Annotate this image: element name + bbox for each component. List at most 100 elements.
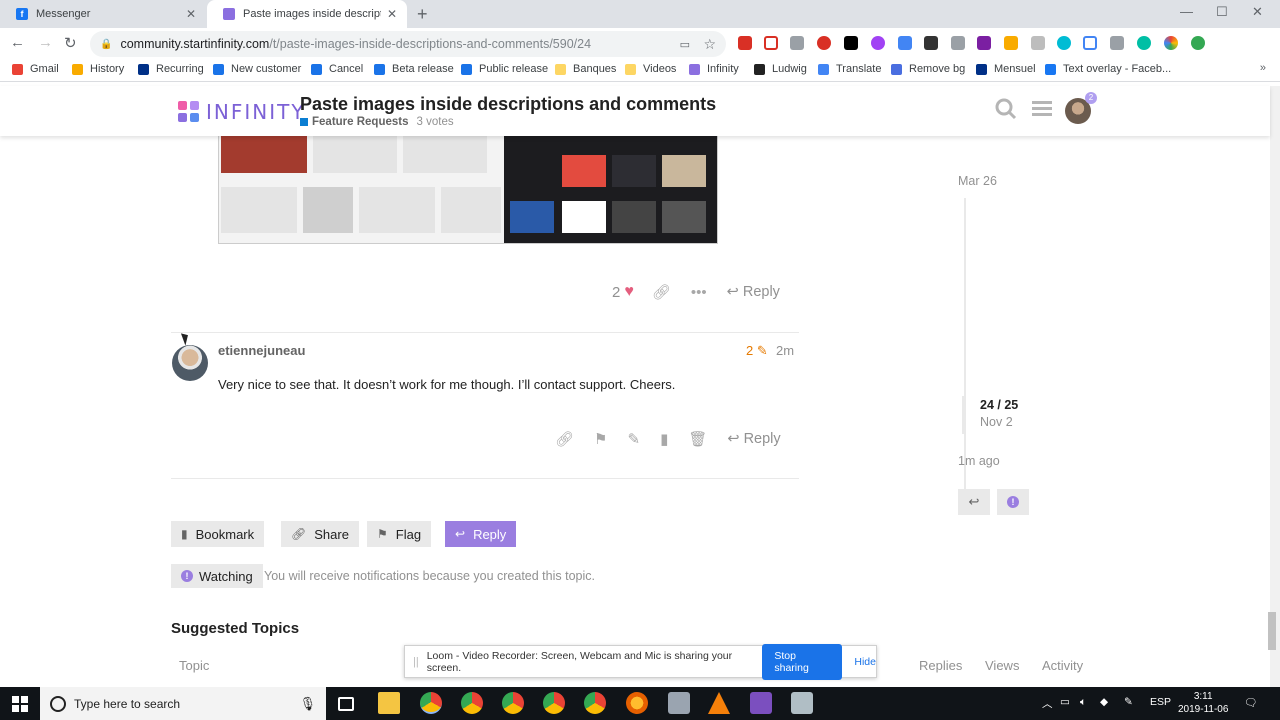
column-topic[interactable]: Topic	[179, 658, 209, 673]
tab-paste-images[interactable]: Paste images inside descriptions ✕	[207, 0, 407, 28]
bookmark-remove-bg[interactable]: Remove bg	[891, 63, 965, 75]
post-username[interactable]: etiennejuneau	[218, 343, 305, 358]
new-tab-icon[interactable]: +	[417, 4, 428, 25]
chrome-icon[interactable]	[420, 692, 442, 714]
timeline-end-date[interactable]: 1m ago	[958, 454, 1000, 468]
more-icon[interactable]: •••	[691, 284, 707, 301]
extension-icon[interactable]	[1057, 36, 1071, 50]
post-time[interactable]: 2m	[776, 343, 794, 358]
timeline-track[interactable]	[964, 198, 966, 496]
extension-icon[interactable]	[924, 36, 938, 50]
app-icon[interactable]	[791, 692, 813, 714]
app-icon[interactable]	[668, 692, 690, 714]
extension-icon[interactable]	[977, 36, 991, 50]
windows-start-icon[interactable]	[12, 696, 28, 715]
flag-button[interactable]: ⚑ Flag	[367, 521, 432, 547]
timeline-reply-button[interactable]: ↩	[958, 489, 990, 515]
bookmark-ludwig[interactable]: Ludwig	[754, 63, 807, 75]
hide-button[interactable]: Hide	[854, 656, 876, 668]
address-bar[interactable]: 🔒 community.startinfinity.com/t/paste-im…	[90, 31, 726, 57]
back-icon[interactable]: ←	[10, 34, 25, 51]
extension-icon[interactable]	[1031, 36, 1045, 50]
tab-messenger[interactable]: f Messenger ✕	[0, 0, 206, 28]
visual-studio-icon[interactable]	[750, 692, 772, 714]
reply-button[interactable]: ↩ Reply	[727, 284, 780, 300]
hamburger-menu-icon[interactable]	[1032, 98, 1052, 124]
page-title[interactable]: Paste images inside descriptions and com…	[300, 94, 716, 115]
adblock-icon[interactable]	[817, 36, 831, 50]
column-activity[interactable]: Activity	[1042, 658, 1083, 673]
extension-icon[interactable]	[738, 36, 752, 50]
bookmark-beta-release[interactable]: Beta release	[374, 63, 454, 75]
flag-icon[interactable]: ⚑	[594, 430, 607, 448]
notifications-button[interactable]: ! Watching	[171, 564, 263, 588]
timeline-notifications-button[interactable]: !	[997, 489, 1029, 515]
delete-icon[interactable]: 🗑︎	[688, 430, 707, 448]
post-avatar[interactable]	[172, 345, 208, 381]
dropbox-icon[interactable]: ◆	[1100, 696, 1108, 708]
bookmark-mensuel[interactable]: Mensuel	[976, 63, 1036, 75]
site-logo[interactable]: INFINITY	[178, 100, 306, 124]
gmail-extension-icon[interactable]	[764, 36, 778, 50]
reply-button[interactable]: ↩ Reply	[727, 431, 780, 447]
minimize-icon[interactable]: —	[1180, 4, 1193, 19]
column-replies[interactable]: Replies	[919, 658, 962, 673]
chrome-icon[interactable]	[461, 692, 483, 714]
extension-icon[interactable]	[1191, 36, 1205, 50]
edit-history[interactable]: 2 ✎	[746, 343, 768, 359]
tray-chevron-icon[interactable]: ︿	[1042, 696, 1053, 711]
bookmark-videos[interactable]: Videos	[625, 63, 676, 75]
page-scrollbar[interactable]	[1270, 86, 1280, 687]
bookmark-banques[interactable]: Banques	[555, 63, 616, 75]
timeline-handle[interactable]	[962, 396, 966, 434]
taskbar-search[interactable]: Type here to search 🎙︎	[40, 687, 326, 720]
close-icon[interactable]: ✕	[387, 7, 397, 21]
extension-icon[interactable]	[1083, 36, 1097, 50]
bookmark-gmail[interactable]: Gmail	[12, 63, 59, 75]
bookmark-cancel[interactable]: Cancel	[311, 63, 363, 75]
scrollbar-thumb[interactable]	[1268, 612, 1276, 650]
code-extension-icon[interactable]	[790, 36, 804, 50]
close-window-icon[interactable]: ✕	[1252, 4, 1263, 20]
extension-icon[interactable]	[1137, 36, 1151, 50]
maximize-icon[interactable]: ☐	[1216, 4, 1228, 20]
bookmarks-overflow-icon[interactable]: »	[1260, 62, 1266, 74]
share-button[interactable]: 🔗︎ Share	[281, 521, 359, 547]
link-icon[interactable]: 🔗︎	[652, 283, 671, 301]
column-views[interactable]: Views	[985, 658, 1019, 673]
taskbar-clock[interactable]: 3:11 2019-11-06	[1178, 690, 1228, 716]
post-image[interactable]	[218, 136, 718, 244]
heart-icon[interactable]: ♥	[624, 283, 634, 301]
pen-icon[interactable]: ✎	[1124, 696, 1133, 708]
chrome-icon[interactable]	[543, 692, 565, 714]
forward-icon[interactable]: →	[38, 34, 53, 51]
topic-reply-button[interactable]: ↩ Reply	[445, 521, 517, 547]
microphone-icon[interactable]: 🎙︎	[299, 696, 316, 712]
bookmark-translate[interactable]: Translate	[818, 63, 881, 75]
extension-icon[interactable]	[1004, 36, 1018, 50]
network-icon[interactable]: ▭	[1060, 696, 1070, 708]
bookmark-icon[interactable]: ▮	[660, 430, 668, 448]
vlc-icon[interactable]	[708, 692, 730, 714]
cast-icon[interactable]: ▭	[680, 38, 690, 51]
bookmark-text-overlay[interactable]: Text overlay - Faceb...	[1045, 63, 1171, 75]
volume-icon[interactable]: 🔈︎	[1080, 696, 1086, 709]
file-explorer-icon[interactable]	[378, 692, 400, 714]
link-icon[interactable]: 🔗︎	[555, 430, 574, 448]
close-icon[interactable]: ✕	[186, 7, 196, 21]
notification-badge[interactable]: 2	[1085, 92, 1097, 104]
star-icon[interactable]: ☆	[703, 36, 716, 53]
extension-icon[interactable]	[871, 36, 885, 50]
extension-icon[interactable]	[1110, 36, 1124, 50]
extension-icon[interactable]	[844, 36, 858, 50]
extension-icon[interactable]	[898, 36, 912, 50]
category-link[interactable]: Feature Requests	[312, 116, 409, 128]
timeline-start-date[interactable]: Mar 26	[958, 174, 997, 188]
extension-icon[interactable]	[1164, 36, 1178, 50]
drag-handle-icon[interactable]: ||	[413, 656, 419, 668]
bookmark-infinity[interactable]: Infinity	[689, 63, 739, 75]
bookmark-recurring[interactable]: Recurring	[138, 63, 204, 75]
firefox-icon[interactable]	[626, 692, 648, 714]
action-center-icon[interactable]: 🗨︎	[1244, 696, 1257, 709]
chrome-icon[interactable]	[584, 692, 606, 714]
